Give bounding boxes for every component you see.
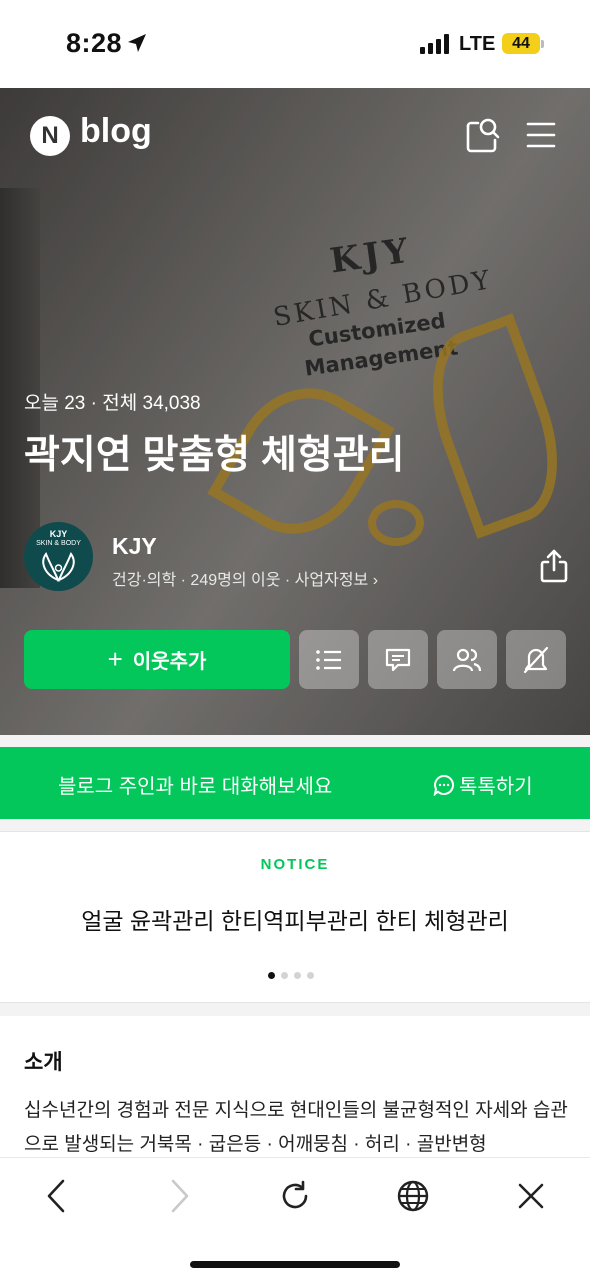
pagination-dot-2[interactable] — [281, 972, 288, 979]
mute-icon — [523, 646, 549, 673]
neighbors-button[interactable] — [437, 630, 497, 689]
add-neighbor-button[interactable]: + 이웃추가 — [24, 630, 290, 689]
battery-indicator: 44 — [502, 33, 540, 54]
battery-cap — [541, 40, 544, 48]
plus-icon: + — [107, 644, 123, 674]
section-gap — [0, 1002, 590, 1016]
forward-button[interactable] — [160, 1176, 200, 1216]
refresh-icon — [282, 1180, 308, 1209]
intro-body: 십수년간의 경험과 전문 지식으로 현대인들의 불균형적인 자세와 습관으로 발… — [24, 1100, 568, 1155]
notice-title[interactable]: 얼굴 윤곽관리 한티역피부관리 한티 체형관리 — [0, 902, 590, 936]
notice-top-divider — [0, 831, 590, 832]
chat-banner-message: 블로그 주인과 바로 대화해보세요 — [58, 776, 333, 798]
back-button[interactable] — [36, 1176, 76, 1216]
list-icon — [316, 649, 341, 670]
blog-title: 곽지연 맞춤형 체형관리 — [24, 434, 405, 477]
battery-level: 44 — [512, 35, 530, 52]
guestbook-button[interactable] — [368, 630, 428, 689]
pagination-dot-1[interactable] — [268, 972, 275, 979]
notice-pagination — [268, 972, 314, 979]
status-bar: 8:28 LTE 44 — [0, 0, 590, 88]
avatar-brand: KJY — [49, 529, 68, 539]
notice-label: NOTICE — [260, 856, 330, 873]
globe-button[interactable] — [393, 1176, 433, 1216]
guestbook-icon — [385, 648, 411, 671]
add-neighbor-label: 이웃추가 — [132, 651, 207, 673]
blog-wordmark[interactable]: blog — [80, 112, 152, 151]
close-icon — [518, 1183, 544, 1209]
globe-icon — [397, 1180, 429, 1212]
neighbors-icon — [452, 648, 482, 671]
forward-icon — [171, 1179, 189, 1213]
search-icon[interactable] — [464, 116, 500, 154]
avatar-subtitle: SKIN & BODY — [36, 540, 81, 547]
refresh-button[interactable] — [275, 1176, 315, 1216]
avatar[interactable]: KJY SKIN & BODY — [24, 522, 93, 591]
talktalk-label: 톡톡하기 — [459, 776, 533, 798]
pagination-dot-4[interactable] — [307, 972, 314, 979]
post-list-button[interactable] — [299, 630, 359, 689]
home-indicator[interactable] — [190, 1261, 400, 1268]
signal-icon — [420, 34, 449, 54]
location-arrow-icon — [128, 34, 146, 52]
close-button[interactable] — [511, 1176, 551, 1216]
chat-banner[interactable]: 블로그 주인과 바로 대화해보세요 톡톡하기 — [0, 747, 590, 819]
network-label: LTE — [459, 33, 496, 55]
hero-divider — [0, 735, 590, 747]
author-name[interactable]: KJY — [112, 533, 157, 560]
menu-icon[interactable] — [526, 120, 556, 150]
status-time: 8:28 — [66, 28, 123, 58]
pagination-dot-3[interactable] — [294, 972, 301, 979]
mute-button[interactable] — [506, 630, 566, 689]
talktalk-button[interactable]: 톡톡하기 — [433, 770, 533, 799]
chat-bubble-icon — [433, 774, 454, 796]
intro-heading: 소개 — [24, 1051, 63, 1074]
back-icon — [47, 1179, 65, 1213]
author-meta[interactable]: 건강·의학 · 249명의 이웃 · 사업자정보 › — [112, 566, 378, 590]
visit-stats: 오늘 23 · 전체 34,038 — [24, 393, 201, 414]
share-icon[interactable] — [538, 548, 570, 584]
naver-logo-icon[interactable]: N — [30, 116, 70, 156]
browser-toolbar — [0, 1157, 590, 1280]
section-gap — [0, 819, 590, 831]
